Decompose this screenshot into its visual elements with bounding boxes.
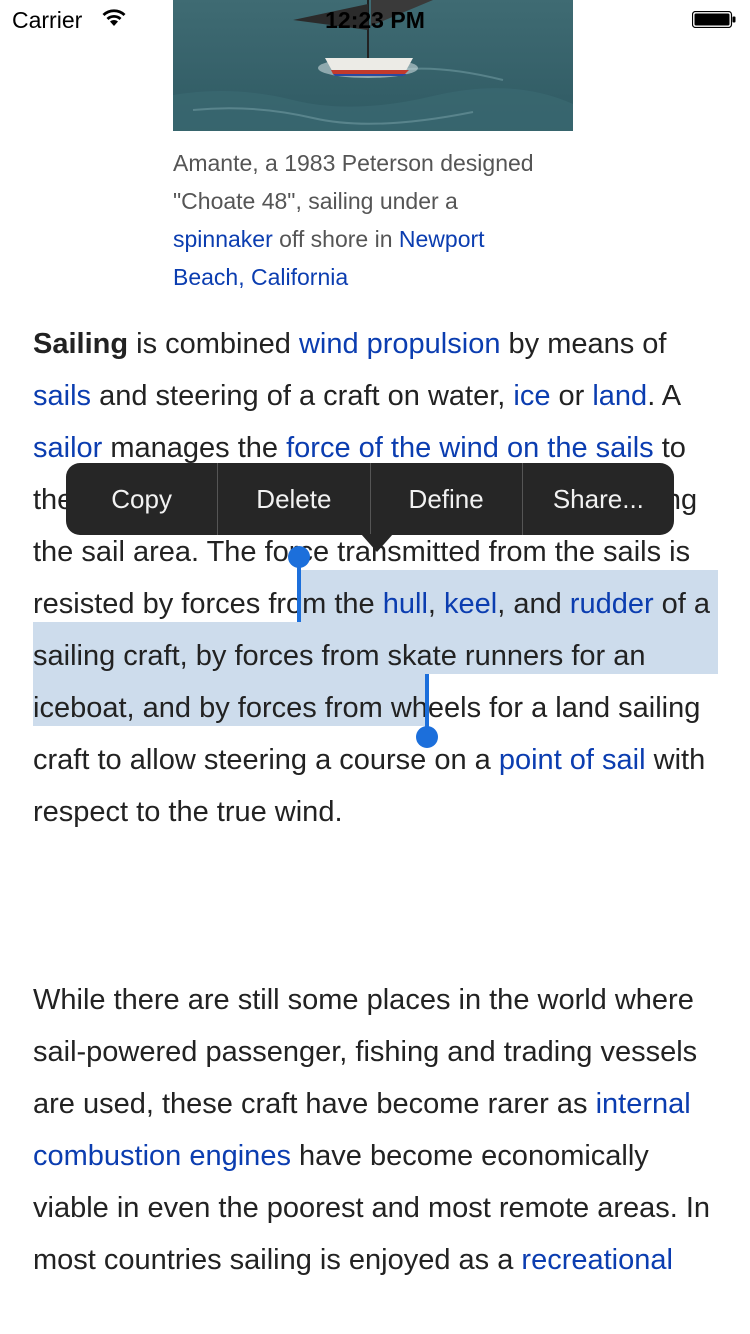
link-sails[interactable]: sails <box>33 380 91 412</box>
link-wind-propulsion[interactable]: wind propulsion <box>299 328 501 360</box>
edit-menu: Copy Delete Define Share... <box>66 463 674 535</box>
link-land[interactable]: land <box>592 380 647 412</box>
link-rudder[interactable]: rudder <box>570 588 654 620</box>
battery-icon <box>692 11 736 28</box>
link-force-of-wind[interactable]: force of the wind on the sails <box>286 432 654 464</box>
status-time: 12:23 PM <box>325 7 425 33</box>
caption-text: off shore in <box>272 226 399 252</box>
share-button[interactable]: Share... <box>523 463 674 535</box>
delete-button[interactable]: Delete <box>218 463 371 535</box>
link-point-of-sail[interactable]: point of sail <box>499 744 646 776</box>
link-hull[interactable]: hull <box>383 588 428 620</box>
define-button[interactable]: Define <box>371 463 523 535</box>
text-run: is combined <box>128 328 299 360</box>
text-run: , and <box>497 588 570 620</box>
link-recreational[interactable]: recreational <box>521 1244 673 1276</box>
caption-text: Amante, a 1983 Peterson designed "Choate… <box>173 150 534 214</box>
text-run: manages the <box>102 432 287 464</box>
link-sailor[interactable]: sailor <box>33 432 102 464</box>
bold-term: Sailing <box>33 328 129 360</box>
status-bar: Carrier 12:23 PM <box>0 0 750 40</box>
selection-end-handle[interactable] <box>416 726 438 748</box>
text-run: and steering of a craft on water, <box>91 380 514 412</box>
link-keel[interactable]: keel <box>444 588 497 620</box>
text-run: , <box>427 588 445 620</box>
image-caption: Amante, a 1983 Peterson designed "Choate… <box>173 144 553 296</box>
article-paragraph: While there are still some places in the… <box>33 974 723 1286</box>
link-spinnaker[interactable]: spinnaker <box>173 226 273 252</box>
text-run: . A <box>647 380 680 412</box>
text-run: by means of <box>500 328 667 360</box>
copy-button[interactable]: Copy <box>66 463 219 535</box>
article-paragraph: Sailing is combined wind propulsion by m… <box>33 318 723 838</box>
selection-start-bar[interactable] <box>297 558 301 622</box>
link-ice[interactable]: ice <box>513 380 550 412</box>
edit-menu-arrow <box>361 534 393 552</box>
text-run: or <box>550 380 593 412</box>
